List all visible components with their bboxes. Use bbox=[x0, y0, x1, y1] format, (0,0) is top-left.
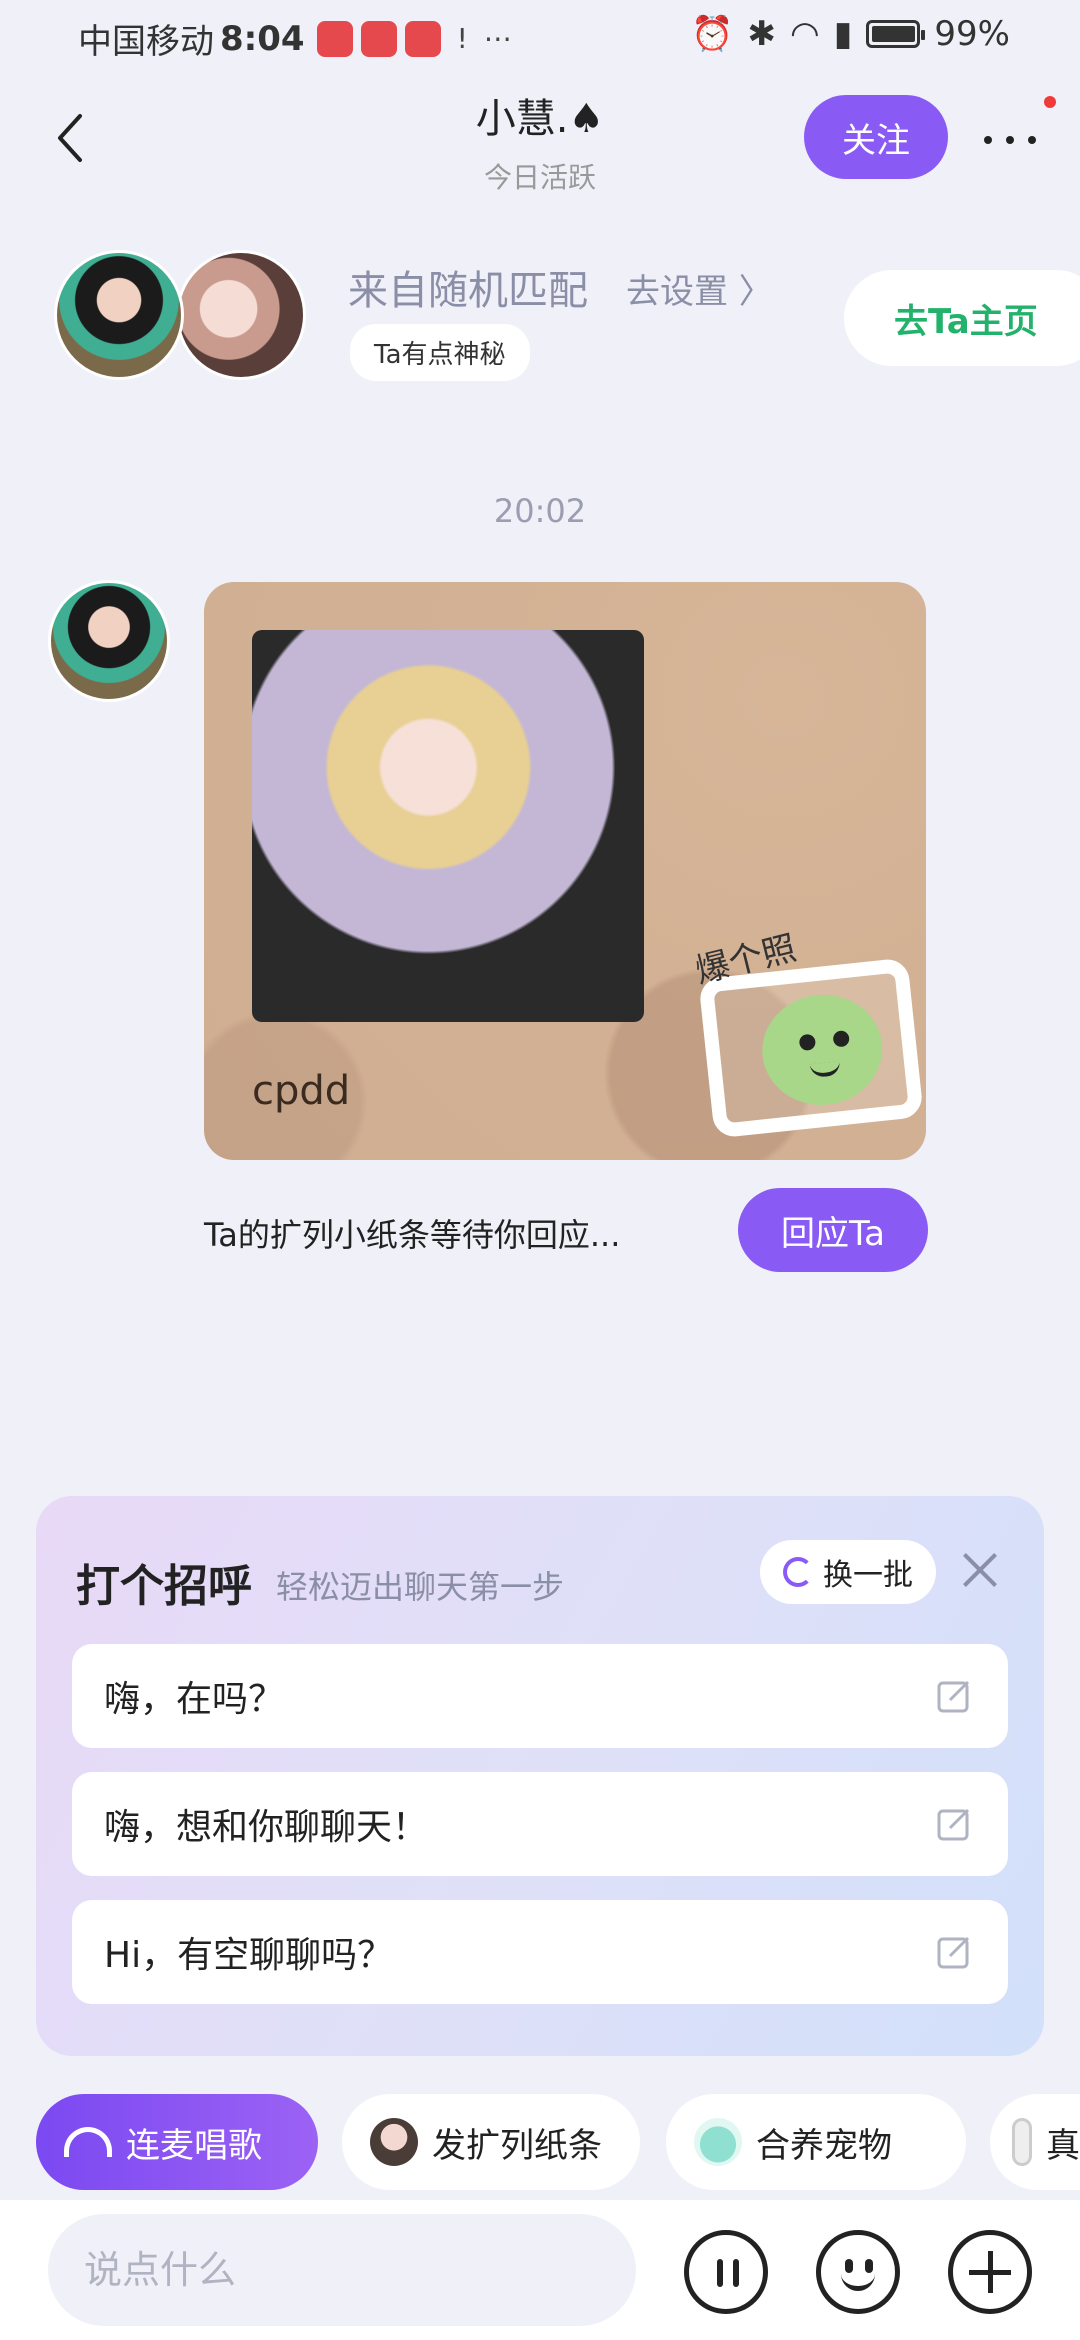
visit-profile-button[interactable]: 去Ta主页 bbox=[844, 270, 1080, 366]
greeting-title: 打个招呼 bbox=[76, 1561, 252, 1612]
voice-icon[interactable] bbox=[684, 2230, 768, 2314]
pet-icon bbox=[694, 2118, 742, 2166]
emoji-eye bbox=[845, 2259, 853, 2273]
send-note-button[interactable]: 发扩列纸条 bbox=[342, 2094, 640, 2190]
match-source: 来自随机匹配 bbox=[348, 268, 588, 314]
more-options-button[interactable] bbox=[980, 120, 1040, 156]
avatar-thumbnail-icon bbox=[370, 2118, 418, 2166]
more-notifications-icon: ⋯ bbox=[483, 22, 512, 55]
greeting-text: 嗨，在吗？ bbox=[104, 1679, 285, 1720]
refresh-label: 换一批 bbox=[823, 1558, 913, 1593]
duet-singing-button[interactable]: 连麦唱歌 bbox=[36, 2094, 318, 2190]
greeting-panel: 打个招呼 轻松迈出聊天第一步 换一批 嗨，在吗？ 嗨，想和你聊聊天！ Hi，有空… bbox=[36, 1496, 1044, 2056]
edit-icon[interactable] bbox=[936, 1934, 972, 1970]
notification-app-icon bbox=[316, 20, 353, 57]
voice-bar-icon bbox=[717, 2259, 723, 2287]
message-input-bar bbox=[0, 2200, 1080, 2340]
notification-app-icon bbox=[360, 20, 397, 57]
contact-avatar[interactable] bbox=[54, 250, 184, 380]
edit-icon[interactable] bbox=[936, 1806, 972, 1842]
my-avatar[interactable] bbox=[176, 250, 306, 380]
wifi-icon: ◠ bbox=[790, 14, 820, 54]
greeting-subtitle: 轻松迈出聊天第一步 bbox=[276, 1568, 565, 1606]
note-photo[interactable] bbox=[252, 630, 644, 1022]
more-dot-icon bbox=[1006, 136, 1014, 144]
alarm-icon: ⏰ bbox=[691, 14, 734, 54]
chat-header: 小慧.♠ 今日活跃 关注 bbox=[0, 80, 1080, 200]
emoji-mouth bbox=[841, 2273, 875, 2291]
warning-icon: ! bbox=[456, 22, 468, 55]
plus-icon[interactable] bbox=[948, 2230, 1032, 2314]
message-timestamp: 20:02 bbox=[493, 492, 587, 530]
note-hint: Ta的扩列小纸条等待你回应... bbox=[204, 1216, 621, 1254]
truth-dare-label: 真 bbox=[1046, 2125, 1080, 2166]
close-icon[interactable] bbox=[958, 1548, 1002, 1592]
status-right: ⏰ ✱ ◠ ▮ 99% bbox=[691, 14, 1010, 54]
raise-pet-label: 合养宠物 bbox=[756, 2125, 892, 2166]
greeting-suggestion[interactable]: 嗨，想和你聊聊天！ bbox=[72, 1772, 1008, 1876]
refresh-icon bbox=[783, 1557, 813, 1587]
sender-avatar[interactable] bbox=[48, 580, 170, 702]
note-card-message[interactable]: cpdd 爆个照 bbox=[204, 582, 926, 1160]
emoji-eye bbox=[865, 2259, 873, 2273]
greeting-text: Hi，有空聊聊吗？ bbox=[104, 1935, 394, 1976]
bluetooth-icon: ✱ bbox=[747, 14, 777, 54]
status-left: 中国移动 8:04 ! ⋯ bbox=[78, 14, 520, 63]
greeting-text: 嗨，想和你聊聊天！ bbox=[104, 1807, 429, 1848]
status-bar: 中国移动 8:04 ! ⋯ ⏰ ✱ ◠ ▮ 99% bbox=[0, 0, 1080, 72]
smiley-face-icon bbox=[756, 988, 888, 1111]
respond-button[interactable]: 回应Ta bbox=[738, 1188, 928, 1272]
message-input[interactable] bbox=[48, 2214, 636, 2326]
refresh-suggestions-button[interactable]: 换一批 bbox=[760, 1540, 936, 1604]
sticker-eye bbox=[798, 1033, 817, 1052]
raise-pet-button[interactable]: 合养宠物 bbox=[666, 2094, 966, 2190]
voice-bar-icon bbox=[733, 2259, 739, 2287]
signal-icon: ▮ bbox=[833, 14, 853, 54]
note-text: cpdd bbox=[252, 1068, 351, 1114]
dice-icon bbox=[1012, 2118, 1032, 2166]
contact-tag: Ta有点神秘 bbox=[350, 324, 530, 381]
emoji-icon[interactable] bbox=[816, 2230, 900, 2314]
sticker-eye bbox=[832, 1030, 850, 1048]
greeting-suggestion[interactable]: Hi，有空聊聊吗？ bbox=[72, 1900, 1008, 2004]
truth-dare-button[interactable]: 真 bbox=[990, 2094, 1080, 2190]
edit-icon[interactable] bbox=[936, 1678, 972, 1714]
duet-singing-label: 连麦唱歌 bbox=[126, 2125, 262, 2166]
sticker-mouth bbox=[809, 1061, 841, 1079]
battery-percent: 99% bbox=[934, 14, 1010, 54]
follow-button[interactable]: 关注 bbox=[804, 95, 948, 179]
match-settings-link[interactable]: 去设置 〉 bbox=[626, 264, 773, 313]
carrier-label: 中国移动 bbox=[78, 22, 214, 62]
battery-icon bbox=[866, 20, 926, 48]
match-avatars bbox=[54, 250, 314, 386]
greeting-suggestion[interactable]: 嗨，在吗？ bbox=[72, 1644, 1008, 1748]
send-note-label: 发扩列纸条 bbox=[432, 2125, 602, 2166]
more-dot-icon bbox=[984, 136, 992, 144]
status-time: 8:04 bbox=[220, 18, 305, 59]
more-dot-icon bbox=[1028, 136, 1036, 144]
notification-app-icon bbox=[404, 20, 441, 57]
unread-indicator bbox=[1044, 96, 1056, 108]
headphone-icon bbox=[64, 2127, 112, 2157]
